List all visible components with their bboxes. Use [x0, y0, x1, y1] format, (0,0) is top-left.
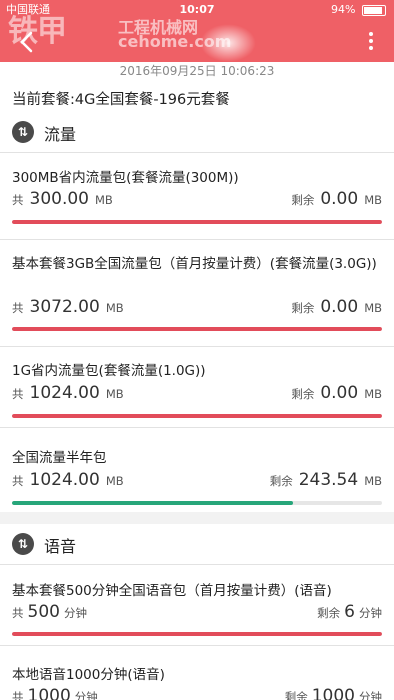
query-timestamp: 2016年09月25日 10:06:23 — [119, 64, 275, 78]
battery-percent: 94% — [331, 3, 356, 16]
up-down-arrows-icon: ⇅ — [12, 121, 34, 143]
total-unit: MB — [105, 301, 124, 315]
total-prefix: 共 — [12, 606, 24, 620]
list-item: 基本套餐3GB全国流量包（首月按量计费）(套餐流量(3.0G)) 共 3072.0… — [0, 240, 394, 346]
list-item: 300MB省内流量包(套餐流量(300M)) 共 300.00 MB 剩余 0.00 M… — [0, 153, 394, 239]
usage-bar — [12, 220, 382, 224]
section-header-data: ⇅ 流量 — [0, 112, 394, 152]
total-value: 1024.00 — [29, 470, 100, 490]
section-header-voice: ⇅ 语音 — [0, 524, 394, 564]
total-prefix: 共 — [12, 301, 24, 315]
package-name: 全国流量半年包 — [12, 450, 107, 466]
remain-prefix: 剩余 — [291, 301, 315, 315]
current-plan: 当前套餐:4G全国套餐-196元套餐 — [12, 92, 230, 108]
remain-value: 243.54 — [298, 470, 359, 490]
remain-value: 0.00 — [320, 383, 359, 403]
watermark-logo: 铁甲 — [8, 14, 67, 49]
usage-bar — [12, 414, 382, 418]
total-value: 1000 — [27, 686, 71, 700]
remain-unit: MB — [364, 387, 382, 401]
total-unit: MB — [105, 474, 124, 488]
package-total: 共 500 分钟 — [12, 602, 87, 622]
total-prefix: 共 — [12, 474, 24, 488]
total-value: 1024.00 — [29, 383, 100, 403]
package-name: 300MB省内流量包(套餐流量(300M)) — [12, 170, 239, 186]
total-unit: 分钟 — [74, 690, 98, 700]
total-value: 300.00 — [29, 189, 89, 209]
usage-bar — [12, 327, 382, 331]
usage-bar-fill — [12, 220, 382, 224]
remain-unit: MB — [364, 474, 382, 488]
list-item: 1G省内流量包(套餐流量(1.0G)) 共 1024.00 MB 剩余 0.00 MB — [0, 347, 394, 427]
package-name: 基本套餐3GB全国流量包（首月按量计费）(套餐流量(3.0G)) — [12, 256, 377, 272]
section-title-voice: 语音 — [44, 537, 77, 556]
list-item: 基本套餐500分钟全国语音包（首月按量计费）(语音) 共 500 分钟 剩余 6 分钟 — [0, 565, 394, 645]
back-arrow-icon[interactable] — [18, 30, 36, 54]
total-prefix: 共 — [12, 387, 24, 401]
total-unit: 分钟 — [63, 606, 87, 620]
remain-unit: 分钟 — [359, 690, 382, 700]
blurred-region — [200, 24, 256, 62]
remain-unit: MB — [364, 301, 382, 315]
package-total: 共 300.00 MB — [12, 189, 113, 209]
usage-bar-fill — [12, 501, 294, 505]
total-value: 500 — [27, 602, 60, 622]
total-prefix: 共 — [12, 690, 24, 700]
list-item: 本地语音1000分钟(语音) 共 1000 分钟 剩余 1000 分钟 — [0, 646, 394, 700]
more-menu-icon[interactable] — [366, 30, 376, 52]
status-right: 94% — [331, 0, 386, 20]
package-total: 共 1024.00 MB — [12, 383, 124, 403]
remain-prefix: 剩余 — [317, 606, 341, 620]
package-total: 共 1024.00 MB — [12, 470, 124, 490]
app-header: 中国联通 10:07 94% 铁甲 工程机械网 cehome.com — [0, 0, 394, 62]
package-total: 共 1000 分钟 — [12, 686, 98, 700]
usage-bar-fill — [12, 632, 382, 636]
usage-bar-fill — [12, 414, 382, 418]
package-remaining: 剩余 0.00 MB — [291, 383, 382, 403]
total-unit: MB — [105, 387, 124, 401]
total-unit: MB — [94, 193, 113, 207]
up-down-arrows-icon: ⇅ — [12, 533, 34, 555]
total-value: 3072.00 — [29, 297, 100, 317]
remain-value: 6 — [344, 602, 355, 622]
package-name: 1G省内流量包(套餐流量(1.0G)) — [12, 363, 206, 379]
package-remaining: 剩余 0.00 MB — [291, 297, 382, 317]
package-remaining: 剩余 0.00 MB — [291, 189, 382, 209]
battery-icon — [362, 4, 386, 16]
total-prefix: 共 — [12, 193, 24, 207]
usage-bar — [12, 632, 382, 636]
remain-value: 1000 — [311, 686, 355, 700]
package-remaining: 剩余 243.54 MB — [270, 470, 382, 490]
remain-value: 0.00 — [320, 189, 359, 209]
package-name: 基本套餐500分钟全国语音包（首月按量计费）(语音) — [12, 583, 332, 599]
list-item: 全国流量半年包 共 1024.00 MB 剩余 243.54 MB — [0, 428, 394, 512]
remain-prefix: 剩余 — [284, 690, 308, 700]
remain-prefix: 剩余 — [291, 193, 315, 207]
remain-unit: 分钟 — [359, 606, 382, 620]
remain-value: 0.00 — [320, 297, 359, 317]
section-gap — [0, 512, 394, 524]
usage-bar-fill — [12, 327, 382, 331]
remain-prefix: 剩余 — [291, 387, 315, 401]
remain-prefix: 剩余 — [269, 474, 293, 488]
package-name: 本地语音1000分钟(语音) — [12, 667, 165, 683]
package-remaining: 剩余 6 分钟 — [317, 602, 382, 622]
remain-unit: MB — [364, 193, 382, 207]
package-total: 共 3072.00 MB — [12, 297, 124, 317]
section-title-data: 流量 — [44, 125, 77, 144]
package-remaining: 剩余 1000 分钟 — [285, 686, 382, 700]
usage-bar — [12, 501, 382, 505]
